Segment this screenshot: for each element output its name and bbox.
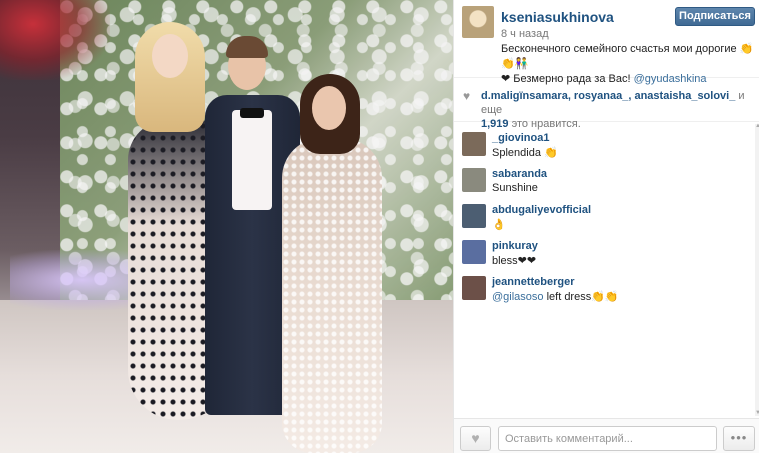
avatar[interactable] bbox=[462, 168, 486, 192]
comment-username[interactable]: jeannetteberger bbox=[492, 276, 575, 288]
follow-button[interactable]: Подписаться bbox=[675, 7, 755, 26]
woman-left-face bbox=[152, 34, 188, 78]
more-options-button[interactable]: ••• bbox=[723, 426, 755, 451]
list-item: sabaranda Sunshine bbox=[454, 168, 754, 202]
likes-text: d.maligïnsamara, rosyanaa_, anastaisha_s… bbox=[481, 89, 756, 131]
comment-text: Sunshine bbox=[492, 182, 538, 194]
list-item: abdugaliyevofficial 👌 bbox=[454, 204, 754, 238]
list-item: pinkuray bless❤❤ bbox=[454, 240, 754, 274]
like-button[interactable]: ♥ bbox=[460, 426, 491, 451]
comment-text: Splendida 👏 bbox=[492, 147, 558, 159]
post-header: kseniasukhinova Подписаться 8 ч назад Бе… bbox=[454, 0, 759, 85]
post-details-panel: kseniasukhinova Подписаться 8 ч назад Бе… bbox=[453, 0, 759, 453]
comment-text: 👌 bbox=[492, 219, 506, 231]
comments-list: _giovinoa1 Splendida 👏 sabaranda Sunshin… bbox=[454, 128, 754, 418]
post-caption: Бесконечного семейного счастья мои дорог… bbox=[501, 42, 756, 87]
avatar[interactable] bbox=[462, 204, 486, 228]
caption-line2: ❤ Безмерно рада за Вас! bbox=[501, 73, 634, 85]
caption-text: Бесконечного семейного счастья мои дорог… bbox=[501, 43, 754, 70]
man-bowtie bbox=[240, 108, 264, 118]
scroll-down-arrow-icon[interactable]: ▼ bbox=[755, 410, 759, 416]
man-shirt bbox=[232, 110, 272, 210]
avatar[interactable] bbox=[462, 240, 486, 264]
comments-scrollbar[interactable]: ▲ ▼ bbox=[755, 123, 759, 416]
post-username[interactable]: kseniasukhinova bbox=[501, 9, 614, 25]
comment-username[interactable]: sabaranda bbox=[492, 168, 547, 180]
comment-text-body: left dress👏👏 bbox=[543, 291, 619, 303]
heart-icon: ♥ bbox=[463, 89, 471, 103]
avatar[interactable] bbox=[462, 132, 486, 156]
comment-mention-link[interactable]: @gilasoso bbox=[492, 291, 544, 303]
comment-input[interactable] bbox=[498, 426, 717, 451]
red-light-glow bbox=[0, 0, 110, 80]
comment-username[interactable]: abdugaliyevofficial bbox=[492, 204, 591, 216]
comment-text: @gilasoso left dress👏👏 bbox=[492, 290, 619, 303]
likes-users[interactable]: d.maligïnsamara, rosyanaa_, anastaisha_s… bbox=[481, 90, 735, 102]
avatar[interactable] bbox=[462, 276, 486, 300]
post-timestamp: 8 ч назад bbox=[501, 28, 549, 40]
caption-mention-link[interactable]: @gyudashkina bbox=[634, 73, 707, 85]
comment-username[interactable]: pinkuray bbox=[492, 240, 538, 252]
comment-footer: ♥ ••• bbox=[454, 418, 759, 453]
post-photo[interactable] bbox=[0, 0, 453, 453]
woman-right-dress bbox=[282, 138, 382, 453]
likes-summary: ♥ d.maligïnsamara, rosyanaa_, anastaisha… bbox=[454, 86, 759, 130]
list-item: _giovinoa1 Splendida 👏 bbox=[454, 132, 754, 166]
avatar[interactable] bbox=[462, 6, 494, 38]
comment-username[interactable]: _giovinoa1 bbox=[492, 132, 549, 144]
list-item: jeannetteberger @gilasoso left dress👏👏 bbox=[454, 276, 754, 310]
scroll-up-arrow-icon[interactable]: ▲ bbox=[755, 123, 759, 129]
heart-icon: ♥ bbox=[471, 430, 480, 446]
woman-right-face bbox=[312, 86, 346, 130]
comment-text: bless❤❤ bbox=[492, 255, 537, 267]
